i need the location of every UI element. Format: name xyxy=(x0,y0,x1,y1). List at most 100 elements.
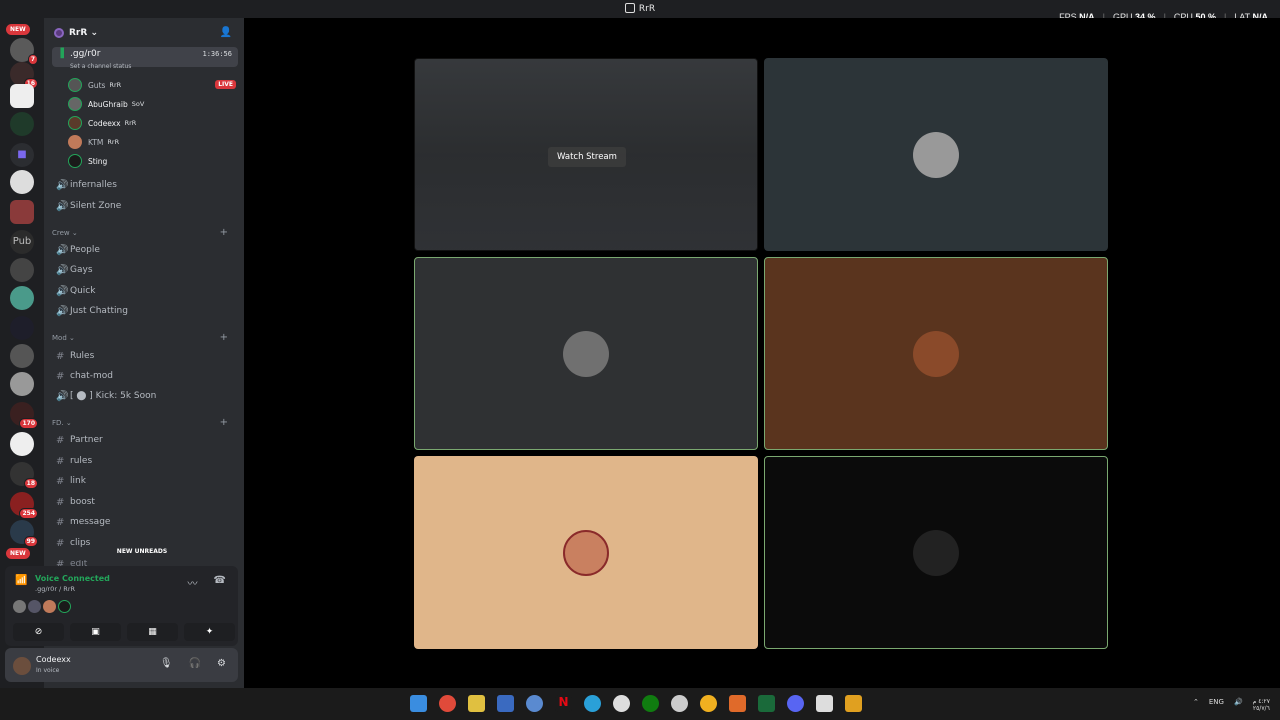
hash-icon: # xyxy=(56,516,65,528)
participant-tile[interactable] xyxy=(414,456,758,649)
server-icon[interactable]: 16 xyxy=(10,62,38,89)
disconnect-icon[interactable]: ☎ xyxy=(214,575,226,590)
server-icon[interactable] xyxy=(10,112,34,136)
category-fd[interactable]: FD. ⌄ + xyxy=(52,417,238,428)
app-icon[interactable] xyxy=(671,695,688,712)
avatar xyxy=(68,78,82,92)
lang-indicator[interactable]: ENG xyxy=(1209,698,1224,712)
volume-icon[interactable]: 🔊 xyxy=(1234,698,1243,712)
store-icon[interactable] xyxy=(497,695,514,712)
server-icon[interactable] xyxy=(10,344,34,368)
invite-people-icon[interactable]: 👤 xyxy=(220,27,232,38)
voice-user[interactable]: AbuGhraib SoV xyxy=(68,95,144,113)
server-icon[interactable] xyxy=(10,316,34,340)
app-icon[interactable] xyxy=(816,695,833,712)
participant-tile-speaking[interactable] xyxy=(764,257,1108,450)
voice-user[interactable]: Guts RrR xyxy=(68,76,121,94)
new-pill-top[interactable]: NEW xyxy=(6,24,30,35)
server-icon[interactable]: 7 xyxy=(10,38,38,65)
stream-tile[interactable]: Watch Stream xyxy=(414,58,758,251)
microphone-icon[interactable]: 🎙 xyxy=(160,658,173,669)
hash-icon: # xyxy=(56,370,65,382)
speaker-icon: 🔊 xyxy=(56,200,69,212)
channel-message[interactable]: # message xyxy=(52,513,238,531)
folder-icon[interactable]: ■ xyxy=(10,143,34,167)
add-channel-icon[interactable]: + xyxy=(220,332,228,343)
server-icon[interactable]: Pub xyxy=(10,230,34,254)
steam-icon[interactable] xyxy=(613,695,630,712)
app-icon[interactable] xyxy=(758,695,775,712)
participant-tile-speaking[interactable] xyxy=(414,257,758,450)
activities-button[interactable]: ▦ xyxy=(127,623,178,641)
add-channel-icon[interactable]: + xyxy=(220,227,228,238)
server-icon[interactable]: 18 xyxy=(10,462,38,489)
category-crew[interactable]: Crew ⌄ + xyxy=(52,227,238,238)
start-icon[interactable] xyxy=(410,695,427,712)
avatar[interactable] xyxy=(13,657,31,675)
channel-link[interactable]: # link xyxy=(52,472,238,490)
discord-icon[interactable] xyxy=(787,695,804,712)
channel-status[interactable]: Set a channel status xyxy=(70,63,131,70)
channel-chat-mod[interactable]: # chat-mod xyxy=(52,367,238,385)
channel-gays[interactable]: 🔊 Gays xyxy=(52,261,238,279)
chrome-icon[interactable] xyxy=(439,695,456,712)
channel-rules[interactable]: # Rules xyxy=(52,347,238,365)
file-explorer-icon[interactable] xyxy=(468,695,485,712)
channel-just-chatting[interactable]: 🔊 Just Chatting xyxy=(52,302,238,320)
gear-icon[interactable]: ⚙ xyxy=(217,658,226,669)
channel-boost[interactable]: # boost xyxy=(52,493,238,511)
avatar xyxy=(43,600,56,613)
app-icon[interactable] xyxy=(845,695,862,712)
noise-suppression-icon[interactable]: 〰 xyxy=(188,575,198,590)
server-icon[interactable] xyxy=(10,286,34,310)
server-icon[interactable]: 170 xyxy=(10,402,38,429)
guild-header[interactable]: RrR ⌄ 👤 xyxy=(44,18,244,48)
server-icon[interactable] xyxy=(10,200,34,224)
add-channel-icon[interactable]: + xyxy=(220,417,228,428)
category-mod[interactable]: Mod ⌄ + xyxy=(52,332,238,343)
avatar xyxy=(563,529,609,576)
channel-people[interactable]: 🔊 People xyxy=(52,241,238,259)
channel-quick[interactable]: 🔊 Quick xyxy=(52,282,238,300)
voice-user[interactable]: Sting xyxy=(68,152,107,170)
speaker-icon: 🔊 xyxy=(56,179,69,191)
avatar xyxy=(913,131,959,178)
server-icon[interactable] xyxy=(10,170,34,194)
channel-rules-fd[interactable]: # rules xyxy=(52,452,238,470)
netflix-icon[interactable]: N xyxy=(555,695,572,712)
participant-tile[interactable] xyxy=(764,58,1108,251)
voice-user[interactable]: Codeexx RrR xyxy=(68,114,136,132)
participant-tile-speaking[interactable] xyxy=(764,456,1108,649)
chevron-up-icon[interactable]: ⌃ xyxy=(1193,698,1199,712)
avatar xyxy=(68,116,82,130)
telegram-icon[interactable] xyxy=(584,695,601,712)
new-pill-bottom[interactable]: NEW xyxy=(6,548,30,559)
camera-off-button[interactable]: ⊘ xyxy=(13,623,64,641)
channel-infernalles[interactable]: 🔊 infernalles xyxy=(52,176,238,194)
app-icon[interactable] xyxy=(729,695,746,712)
app-icon[interactable] xyxy=(526,695,543,712)
xbox-icon[interactable] xyxy=(642,695,659,712)
channel-partner[interactable]: # Partner xyxy=(52,431,238,449)
server-icon[interactable]: 99 xyxy=(10,520,38,547)
signal-icon[interactable]: 📶 xyxy=(15,575,27,586)
server-icon[interactable]: 254 xyxy=(10,492,38,519)
server-icon[interactable] xyxy=(10,84,34,108)
avatar xyxy=(913,330,959,377)
new-unreads-bar[interactable]: NEW UNREADS xyxy=(44,548,240,560)
soundboard-button[interactable]: ✦ xyxy=(184,623,235,641)
watch-stream-button[interactable]: Watch Stream xyxy=(548,147,626,167)
channel-kick[interactable]: 🔊[ ⬤ ] Kick: 5k Soon xyxy=(52,387,238,405)
channel-silent-zone[interactable]: 🔊 Silent Zone xyxy=(52,197,238,215)
server-icon[interactable] xyxy=(10,372,34,396)
speaker-icon: 🔊 xyxy=(56,244,69,256)
share-screen-button[interactable]: ▣ xyxy=(70,623,121,641)
app-icon[interactable] xyxy=(700,695,717,712)
speaker-icon: 🔊 xyxy=(56,390,69,402)
server-icon[interactable] xyxy=(10,258,34,282)
headphones-icon[interactable]: 🎧 xyxy=(189,658,201,669)
live-badge: LIVE xyxy=(215,80,236,89)
clock[interactable]: ٤:٢٧ م ٢٥/٧/٦ xyxy=(1253,698,1270,712)
voice-user[interactable]: KTM RrR xyxy=(68,133,119,151)
server-icon[interactable] xyxy=(10,432,34,456)
